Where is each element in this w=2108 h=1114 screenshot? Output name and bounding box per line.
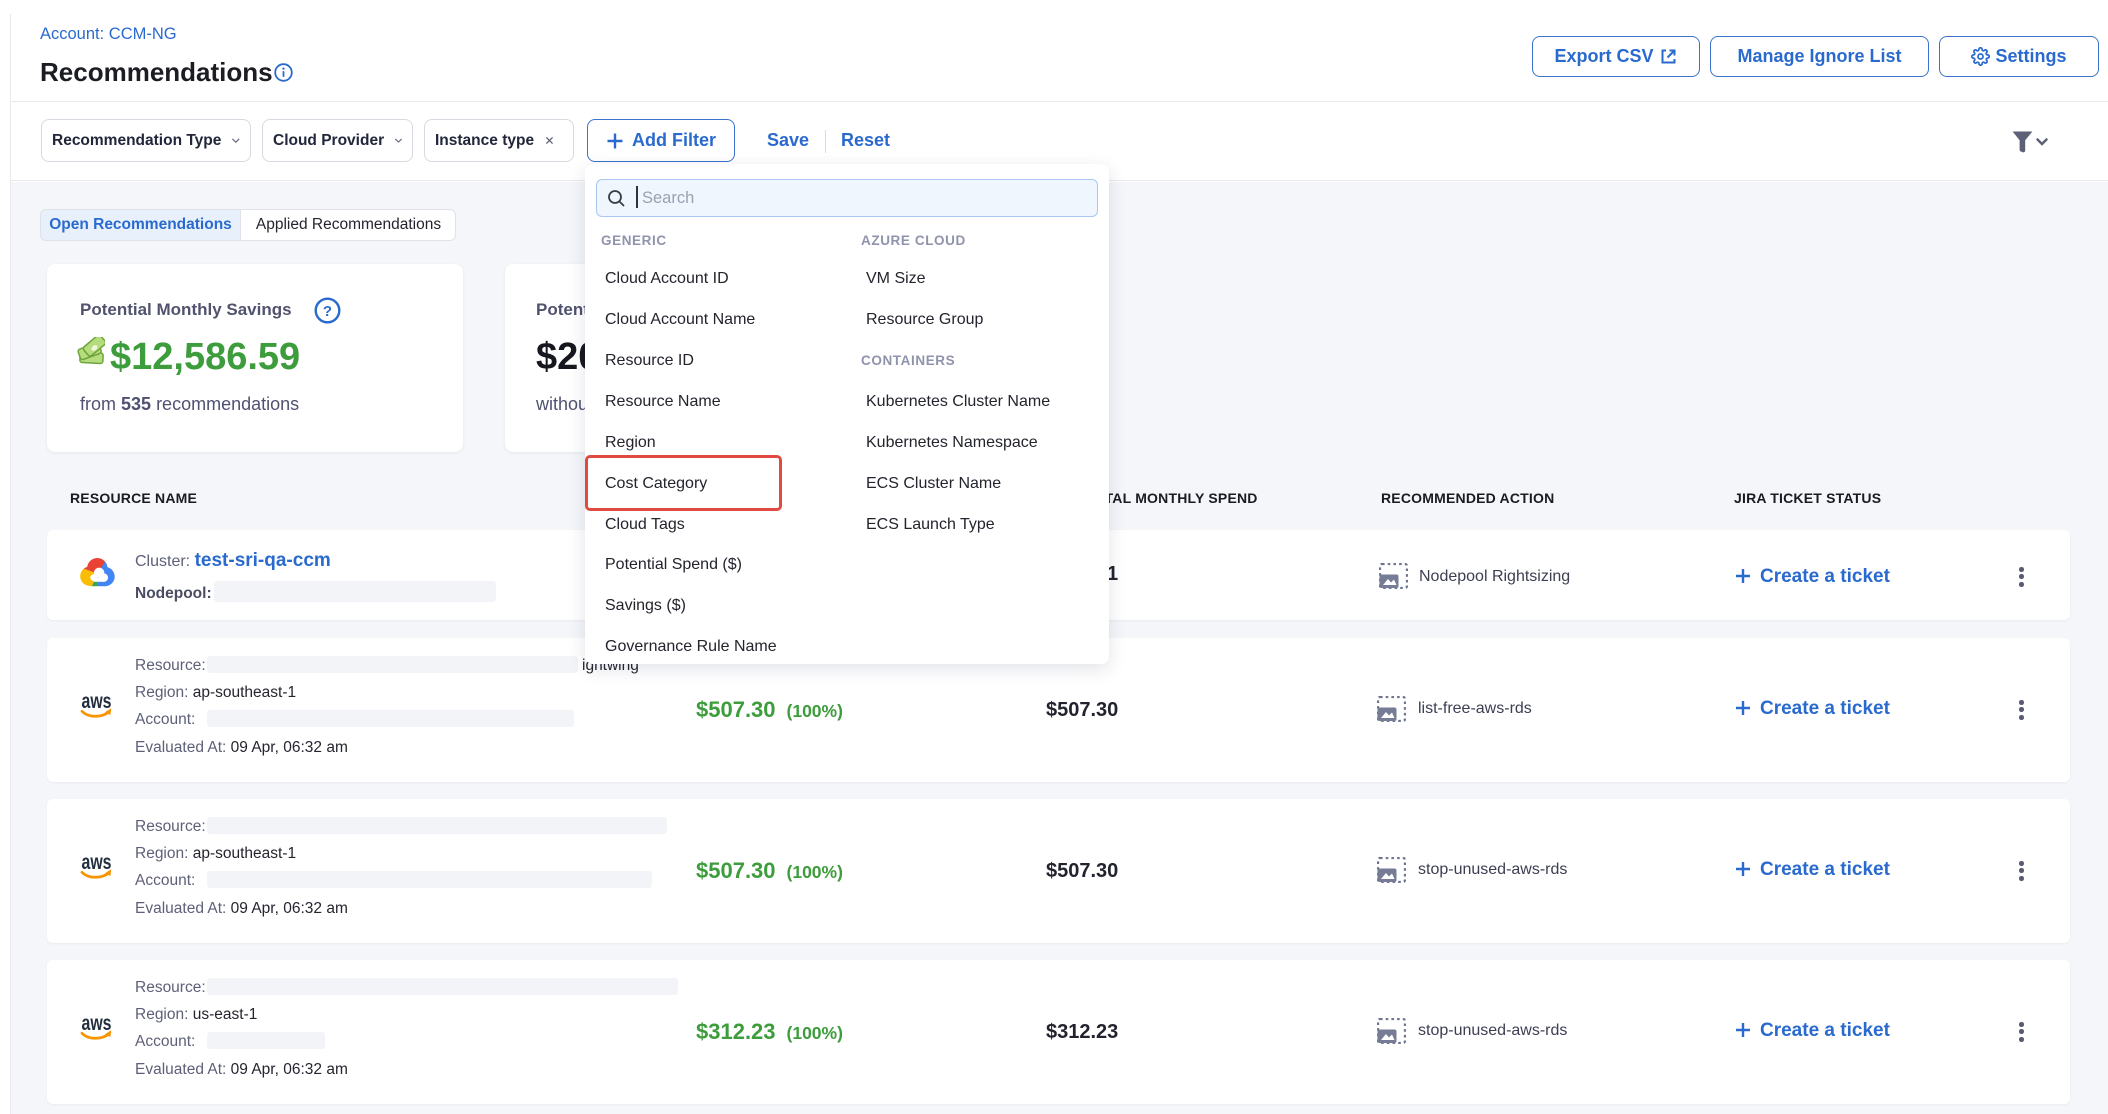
svg-text:aws: aws: [82, 690, 112, 713]
svg-text:aws: aws: [82, 851, 112, 874]
svg-text:?: ?: [323, 303, 332, 320]
svg-text:aws: aws: [82, 1012, 112, 1035]
